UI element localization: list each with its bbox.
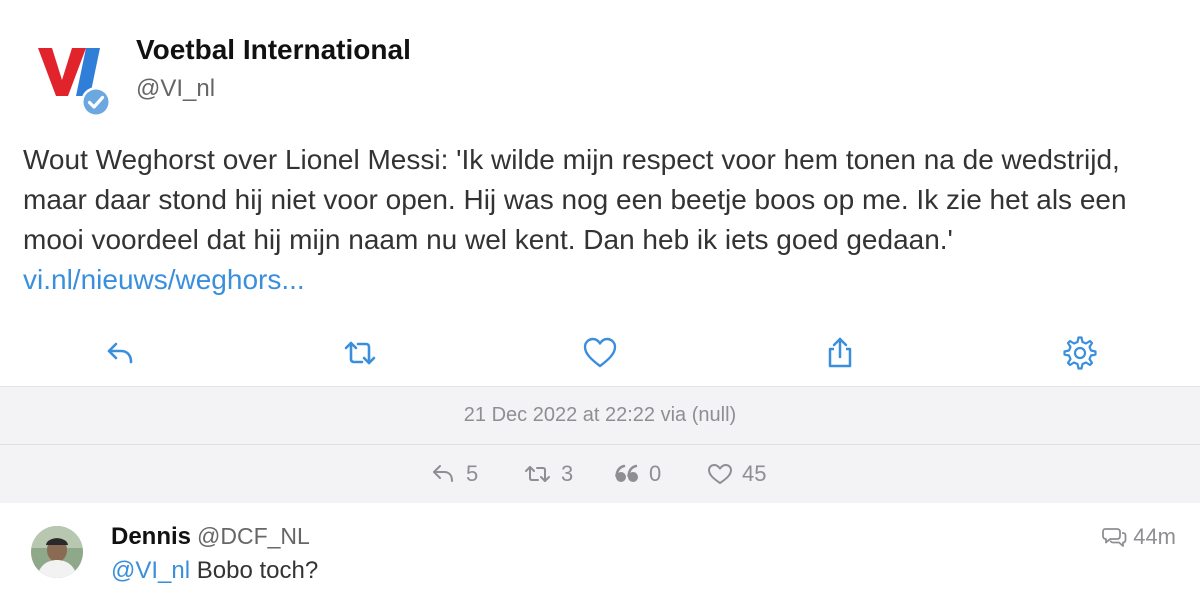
reply-item[interactable]: Dennis @DCF_NL @VI_nl Bobo toch? 44m [0,503,1200,616]
like-button[interactable] [581,334,619,372]
conversation-icon [1102,528,1127,547]
share-button[interactable] [821,334,859,372]
share-icon [828,337,852,368]
meta-divider [0,444,1200,445]
vi-logo-icon[interactable] [32,40,114,122]
reply-author-handle: @DCF_NL [197,523,310,549]
reply-count-value: 5 [466,461,479,486]
reply-author[interactable]: Dennis @DCF_NL [111,523,310,551]
engagement-counts: 5 3 0 45 [0,461,1200,489]
settings-button[interactable] [1061,334,1099,372]
reply-mention[interactable]: @VI_nl [111,557,190,584]
quote-icon [615,464,638,482]
reply-text-body: Bobo toch? [196,557,319,584]
reply-author-name: Dennis [111,523,192,550]
verified-badge-icon [81,87,111,117]
like-count-value: 45 [742,461,767,486]
retweet-count[interactable]: 3 [523,461,573,487]
tweet-text-body: Wout Weghorst over Lionel Messi: 'Ik wil… [23,144,1127,255]
like-count[interactable]: 45 [706,461,766,487]
tweet-link[interactable]: vi.nl/nieuws/weghors... [23,264,305,295]
tweet-card: Voetbal International @VI_nl Wout Weghor… [0,0,1200,386]
avatar[interactable] [31,526,83,578]
tweet-text: Wout Weghorst over Lionel Messi: 'Ik wil… [23,140,1183,300]
author-name[interactable]: Voetbal International [136,34,411,66]
quote-count[interactable]: 0 [613,461,661,487]
reply-time-value: 44m [1133,524,1176,549]
reply-time: 44m [1101,524,1176,550]
retweet-count-value: 3 [561,461,574,486]
heart-icon [708,464,732,484]
quote-count-value: 0 [649,461,662,486]
retweet-icon [344,341,376,365]
tweet-timestamp: 21 Dec 2022 at 22:22 via (null) [463,404,737,426]
retweet-button[interactable] [341,334,379,372]
reply-button[interactable] [101,334,139,372]
reply-count[interactable]: 5 [430,461,478,487]
author-handle[interactable]: @VI_nl [136,75,215,103]
reply-icon [433,465,453,482]
reply-icon [107,342,133,364]
gear-icon [1063,336,1097,370]
heart-icon [583,337,617,368]
tweet-meta-panel: 21 Dec 2022 at 22:22 via (null) 5 3 0 45 [0,386,1200,504]
retweet-icon [525,466,550,482]
reply-text: @VI_nl Bobo toch? [111,557,318,585]
